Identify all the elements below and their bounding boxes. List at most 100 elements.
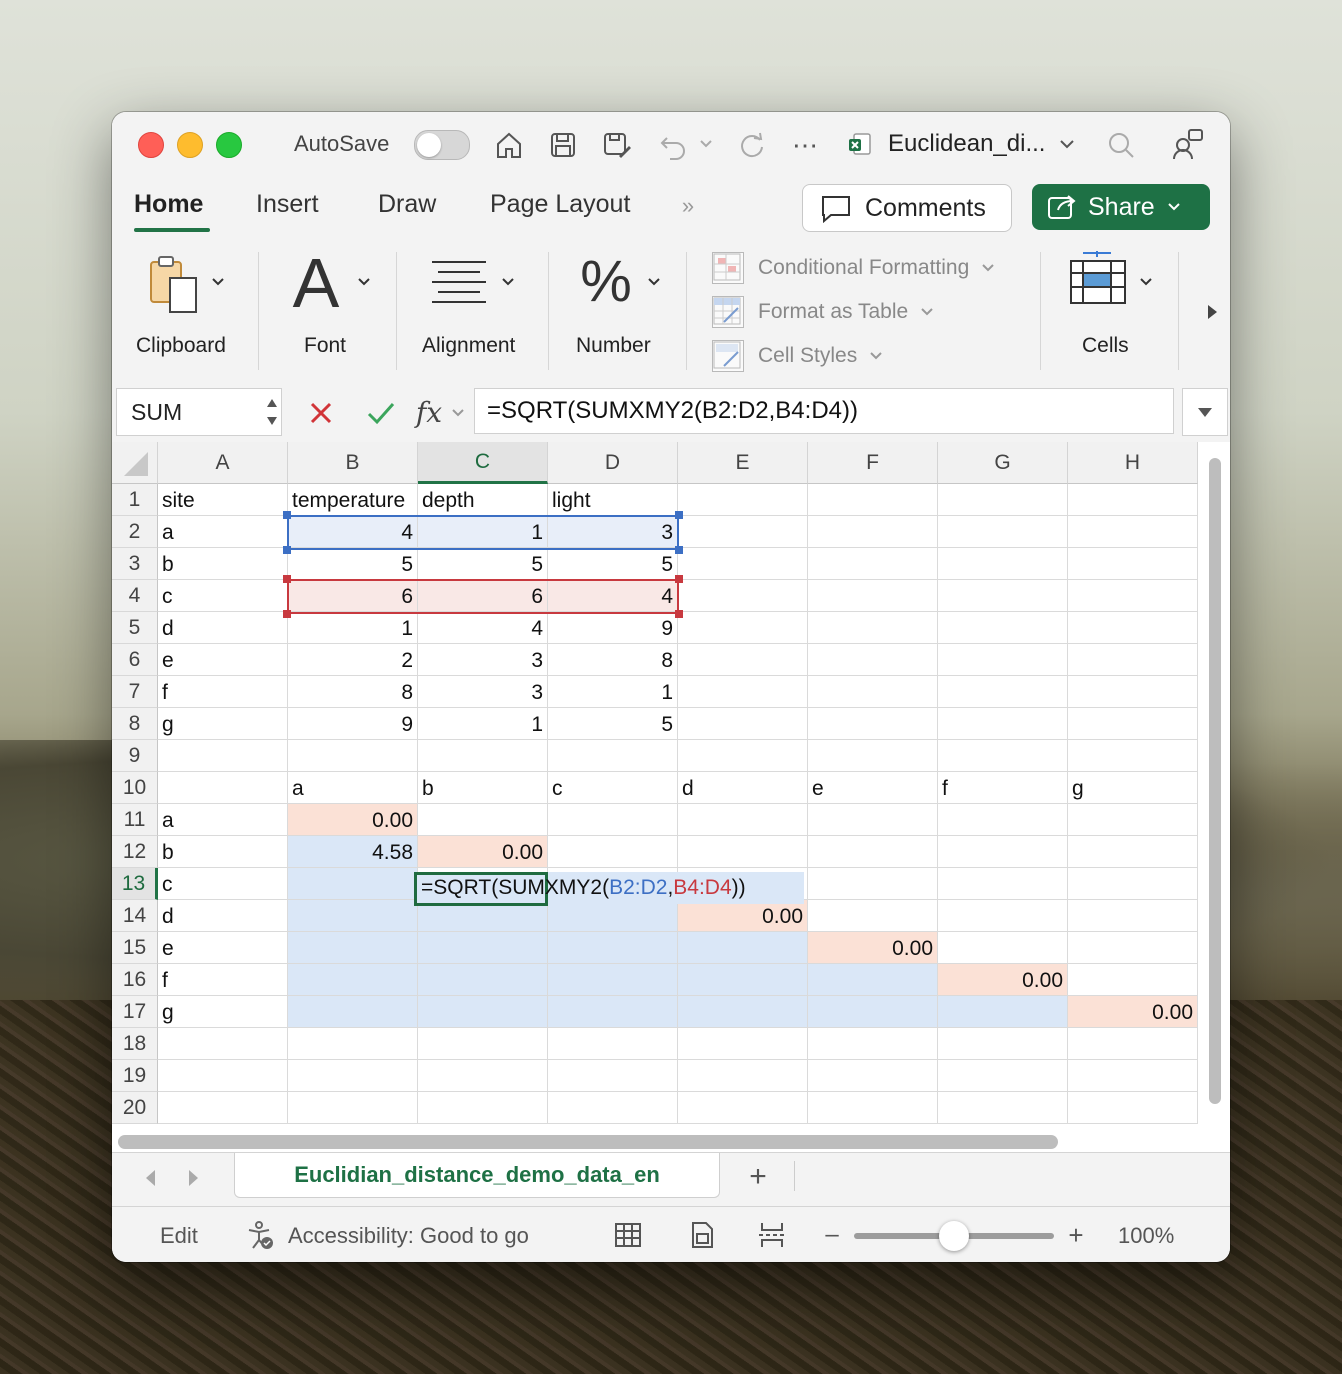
home-icon[interactable]: [492, 128, 526, 162]
more-icon[interactable]: ⋯: [788, 128, 822, 162]
cell-d20[interactable]: [548, 1092, 678, 1124]
cell-a16[interactable]: f: [158, 964, 288, 996]
save-as-icon[interactable]: [600, 128, 634, 162]
range-handle[interactable]: [283, 575, 291, 583]
zoom-level[interactable]: 100%: [1118, 1223, 1174, 1249]
cell-d5[interactable]: 9: [548, 612, 678, 644]
save-icon[interactable]: [546, 128, 580, 162]
undo-dropdown-icon[interactable]: [698, 136, 714, 152]
clipboard-group[interactable]: Clipboard: [112, 238, 258, 384]
range-handle[interactable]: [675, 546, 683, 554]
cell-f1[interactable]: [808, 484, 938, 516]
cell-g7[interactable]: [938, 676, 1068, 708]
zoom-in-icon[interactable]: +: [1064, 1219, 1088, 1251]
cell-b6[interactable]: 2: [288, 644, 418, 676]
cell-e19[interactable]: [678, 1060, 808, 1092]
range-handle[interactable]: [675, 610, 683, 618]
format-as-table-button[interactable]: Format as Table: [712, 296, 934, 328]
range-handle[interactable]: [675, 511, 683, 519]
format-as-table-dropdown-icon[interactable]: [920, 307, 934, 317]
cell-c6[interactable]: 3: [418, 644, 548, 676]
row-header-12[interactable]: 12: [112, 836, 158, 868]
tab-insert[interactable]: Insert: [256, 190, 319, 219]
confirm-edit-icon[interactable]: [364, 396, 398, 430]
cell-d2[interactable]: 3: [548, 516, 678, 548]
cell-d8[interactable]: 5: [548, 708, 678, 740]
column-header-h[interactable]: H: [1068, 442, 1198, 484]
cell-d4[interactable]: 4: [548, 580, 678, 612]
cell-g11[interactable]: [938, 804, 1068, 836]
cell-g14[interactable]: [938, 900, 1068, 932]
cell-c10[interactable]: b: [418, 772, 548, 804]
tab-page-layout[interactable]: Page Layout: [490, 190, 630, 219]
cell-h7[interactable]: [1068, 676, 1198, 708]
insert-function-icon[interactable]: fx: [412, 394, 446, 430]
cell-h8[interactable]: [1068, 708, 1198, 740]
range-handle[interactable]: [283, 511, 291, 519]
range-handle[interactable]: [283, 546, 291, 554]
cell-e12[interactable]: [678, 836, 808, 868]
zoom-slider-knob[interactable]: [939, 1221, 969, 1251]
cell-e17[interactable]: [678, 996, 808, 1028]
cell-e15[interactable]: [678, 932, 808, 964]
autosave-toggle[interactable]: [414, 130, 470, 160]
cell-f12[interactable]: [808, 836, 938, 868]
tab-home[interactable]: Home: [134, 190, 203, 219]
ribbon-scroll-right-icon[interactable]: [1202, 302, 1222, 322]
row-header-3[interactable]: 3: [112, 548, 158, 580]
cell-e7[interactable]: [678, 676, 808, 708]
cell-g9[interactable]: [938, 740, 1068, 772]
search-icon[interactable]: [1104, 128, 1138, 162]
cell-e10[interactable]: d: [678, 772, 808, 804]
row-header-18[interactable]: 18: [112, 1028, 158, 1060]
cell-f2[interactable]: [808, 516, 938, 548]
cell-g13[interactable]: [938, 868, 1068, 900]
cell-a3[interactable]: b: [158, 548, 288, 580]
cell-e14[interactable]: 0.00: [678, 900, 808, 932]
cell-b18[interactable]: [288, 1028, 418, 1060]
cell-a2[interactable]: a: [158, 516, 288, 548]
row-header-2[interactable]: 2: [112, 516, 158, 548]
row-header-7[interactable]: 7: [112, 676, 158, 708]
cell-d14[interactable]: [548, 900, 678, 932]
cell-c4[interactable]: 6: [418, 580, 548, 612]
cell-b3[interactable]: 5: [288, 548, 418, 580]
cell-b5[interactable]: 1: [288, 612, 418, 644]
title-dropdown-icon[interactable]: [1058, 136, 1076, 152]
cell-e6[interactable]: [678, 644, 808, 676]
cell-a1[interactable]: site: [158, 484, 288, 516]
cell-a5[interactable]: d: [158, 612, 288, 644]
minimize-window-button[interactable]: [177, 132, 203, 158]
cell-b2[interactable]: 4: [288, 516, 418, 548]
name-box-stepper-icon[interactable]: [265, 395, 279, 429]
cell-h14[interactable]: [1068, 900, 1198, 932]
cell-h3[interactable]: [1068, 548, 1198, 580]
cell-b8[interactable]: 9: [288, 708, 418, 740]
function-dropdown-icon[interactable]: [450, 406, 466, 420]
page-break-view-icon[interactable]: [756, 1219, 788, 1251]
cell-a4[interactable]: c: [158, 580, 288, 612]
cell-h20[interactable]: [1068, 1092, 1198, 1124]
cell-f15[interactable]: 0.00: [808, 932, 938, 964]
cell-c12[interactable]: 0.00: [418, 836, 548, 868]
formula-input[interactable]: =SQRT(SUMXMY2(B2:D2,B4:D4)): [474, 388, 1174, 434]
redo-icon[interactable]: [734, 128, 768, 162]
zoom-window-button[interactable]: [216, 132, 242, 158]
cell-d19[interactable]: [548, 1060, 678, 1092]
cell-c17[interactable]: [418, 996, 548, 1028]
cell-a18[interactable]: [158, 1028, 288, 1060]
row-header-16[interactable]: 16: [112, 964, 158, 996]
cell-d7[interactable]: 1: [548, 676, 678, 708]
alignment-dropdown-icon[interactable]: [500, 274, 516, 290]
cell-h5[interactable]: [1068, 612, 1198, 644]
cell-a6[interactable]: e: [158, 644, 288, 676]
cell-b13[interactable]: [288, 868, 418, 900]
cell-g19[interactable]: [938, 1060, 1068, 1092]
row-header-4[interactable]: 4: [112, 580, 158, 612]
cell-a17[interactable]: g: [158, 996, 288, 1028]
row-header-1[interactable]: 1: [112, 484, 158, 516]
row-header-15[interactable]: 15: [112, 932, 158, 964]
cell-f8[interactable]: [808, 708, 938, 740]
cell-g5[interactable]: [938, 612, 1068, 644]
cell-b15[interactable]: [288, 932, 418, 964]
